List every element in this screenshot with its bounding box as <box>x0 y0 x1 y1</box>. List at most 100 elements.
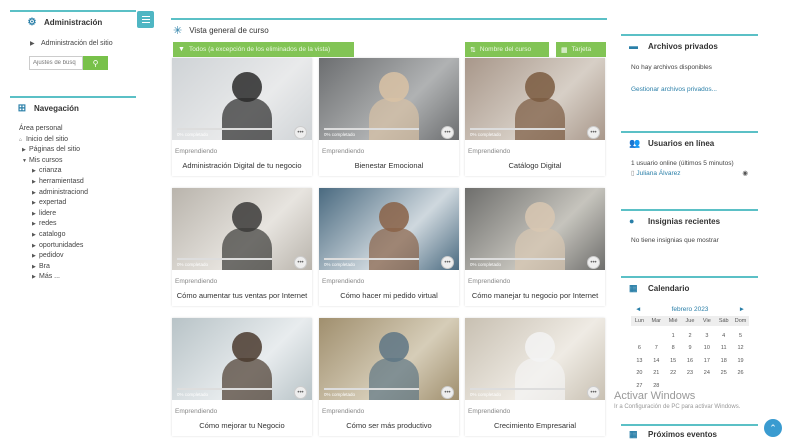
nav-more[interactable]: ▶ Más ... <box>19 272 136 283</box>
course-title[interactable]: Cómo ser más productivo <box>319 421 459 430</box>
calendar-day[interactable]: 26 <box>732 370 749 376</box>
course-title[interactable]: Administración Digital de tu negocio <box>172 161 312 170</box>
navigation-tree: Área personal ⌂ Inicio del sitio ▶ Páginas… <box>10 124 136 283</box>
calendar-day[interactable]: 3 <box>698 333 715 339</box>
nav-course[interactable]: ▶ lidere <box>19 209 136 220</box>
nav-course[interactable]: ▶ pedidov <box>19 251 136 262</box>
asterisk-icon: ✳ <box>173 24 183 37</box>
course-card[interactable]: 0% completado ••• Emprendiendo Cómo manejar… <box>465 188 605 306</box>
gears-icon: ⚙ <box>27 16 37 28</box>
calendar-day[interactable]: 15 <box>665 358 682 364</box>
course-actions-menu[interactable]: ••• <box>441 386 454 399</box>
nav-course[interactable]: ▶ redes <box>19 219 136 230</box>
calendar-day[interactable]: 19 <box>732 358 749 364</box>
course-actions-menu[interactable]: ••• <box>587 256 600 269</box>
caret-right-icon: ▶ <box>30 41 35 47</box>
calendar-day[interactable]: 1 <box>665 333 682 339</box>
calendar-day[interactable]: 4 <box>715 333 732 339</box>
calendar-day[interactable]: 2 <box>682 333 699 339</box>
calendar-day[interactable]: 27 <box>631 383 648 389</box>
sitemap-icon: ⊞ <box>17 102 27 114</box>
course-category: Emprendiendo <box>468 148 511 155</box>
calendar-day[interactable]: 6 <box>631 345 648 351</box>
calendar-day[interactable]: 9 <box>682 345 699 351</box>
calendar-day[interactable]: 11 <box>715 345 732 351</box>
course-title[interactable]: Bienestar Emocional <box>319 161 459 170</box>
nav-home[interactable]: ⌂ Inicio del sitio <box>19 135 136 146</box>
calendar-day[interactable]: 14 <box>648 358 665 364</box>
search-button[interactable]: ⚲ <box>83 56 108 70</box>
nav-course[interactable]: ▶ Bra <box>19 262 136 273</box>
course-card[interactable]: 0% completado ••• Emprendiendo Cómo hacer m… <box>319 188 459 306</box>
sort-icon: ⇅ <box>470 46 476 54</box>
nav-my-courses[interactable]: ▼ Mis cursos <box>19 156 136 167</box>
course-actions-menu[interactable]: ••• <box>294 126 307 139</box>
course-card[interactable]: 0% completado ••• Emprendiendo Crecimiento … <box>465 318 605 436</box>
course-card[interactable]: 0% completado ••• Emprendiendo Cómo ser más… <box>319 318 459 436</box>
sort-dropdown[interactable]: ⇅ Nombre del curso <box>465 42 549 57</box>
course-title[interactable]: Cómo hacer mi pedido virtual <box>319 291 459 300</box>
online-user-link[interactable]: ▯ Juliana Álvarez <box>631 169 680 177</box>
calendar-day[interactable]: 22 <box>665 370 682 376</box>
nav-course[interactable]: ▶ crianza <box>19 166 136 177</box>
nav-course[interactable]: ▶ catalogo <box>19 230 136 241</box>
calendar-day[interactable]: 7 <box>648 345 665 351</box>
calendar-day[interactable]: 16 <box>682 358 699 364</box>
grouping-filter-dropdown[interactable]: ▼ Todos (a excepción de los eliminados de… <box>173 42 354 57</box>
calendar-day[interactable]: 10 <box>698 345 715 351</box>
calendar-day[interactable]: 23 <box>682 370 699 376</box>
calendar-icon: ▦ <box>629 282 638 293</box>
calendar-day[interactable]: 8 <box>665 345 682 351</box>
calendar-weekday: Lun <box>631 316 648 326</box>
calendar-day[interactable]: 17 <box>698 358 715 364</box>
admin-title: Administración <box>44 17 103 27</box>
course-title[interactable]: Crecimiento Empresarial <box>465 421 605 430</box>
course-title[interactable]: Catálogo Digital <box>465 161 605 170</box>
site-admin-link[interactable]: ▶ Administración del sitio <box>30 40 136 47</box>
eye-icon[interactable]: ◉ <box>742 169 748 177</box>
course-card[interactable]: 0% completado ••• Emprendiendo Bienestar Em… <box>319 58 459 176</box>
nav-site-pages[interactable]: ▶ Páginas del sitio <box>19 145 136 156</box>
course-card[interactable]: 0% completado ••• Emprendiendo Cómo aumenta… <box>172 188 312 306</box>
course-actions-menu[interactable]: ••• <box>587 386 600 399</box>
view-dropdown[interactable]: ▦ Tarjeta <box>556 42 606 57</box>
course-actions-menu[interactable]: ••• <box>441 126 454 139</box>
calendar-grid: Lun Mar Mié Jue Vie Sáb Dom 1 2 3 4 5 6 7 8 9 10 11 12 13 14… <box>631 316 749 389</box>
course-progress-bar <box>177 128 272 130</box>
upcoming-events-header: ▦ Próximos eventos <box>629 428 717 439</box>
calendar-day[interactable]: 5 <box>732 333 749 339</box>
nav-personal[interactable]: Área personal <box>19 124 136 135</box>
course-actions-menu[interactable]: ••• <box>587 126 600 139</box>
calendar-day[interactable]: 28 <box>648 383 665 389</box>
calendar-day[interactable]: 18 <box>715 358 732 364</box>
course-title[interactable]: Cómo manejar tu negocio por Internet <box>465 291 605 300</box>
calendar-next-button[interactable]: ► <box>739 306 745 313</box>
calendar-day[interactable]: 24 <box>698 370 715 376</box>
course-progress-bar <box>324 258 419 260</box>
drawer-toggle-button[interactable] <box>137 11 154 28</box>
course-card[interactable]: 0% completado ••• Emprendiendo Administraci… <box>172 58 312 176</box>
nav-course[interactable]: ▶ administraciond <box>19 188 136 199</box>
calendar-day[interactable]: 12 <box>732 345 749 351</box>
course-actions-menu[interactable]: ••• <box>441 256 454 269</box>
manage-files-link[interactable]: Gestionar archivos privados... <box>621 86 758 93</box>
course-actions-menu[interactable]: ••• <box>294 256 307 269</box>
nav-course[interactable]: ▶ oportunidades <box>19 241 136 252</box>
course-actions-menu[interactable]: ••• <box>294 386 307 399</box>
calendar-day[interactable]: 21 <box>648 370 665 376</box>
course-title[interactable]: Cómo aumentar tus ventas por Internet <box>172 291 312 300</box>
filter-icon: ▼ <box>178 46 185 53</box>
nav-course[interactable]: ▶ expertad <box>19 198 136 209</box>
settings-search-input[interactable] <box>29 56 83 70</box>
course-card[interactable]: 0% completado ••• Emprendiendo Cómo mejorar… <box>172 318 312 436</box>
calendar-day[interactable]: 13 <box>631 358 648 364</box>
course-progress-text: 0% completado <box>470 262 502 267</box>
nav-course[interactable]: ▶ herramientasd <box>19 177 136 188</box>
course-progress-bar <box>470 258 565 260</box>
course-title[interactable]: Cómo mejorar tu Negocio <box>172 421 312 430</box>
course-card[interactable]: 0% completado ••• Emprendiendo Catálogo Dig… <box>465 58 605 176</box>
calendar-prev-button[interactable]: ◄ <box>635 306 641 313</box>
calendar-day[interactable]: 25 <box>715 370 732 376</box>
calendar-day[interactable]: 20 <box>631 370 648 376</box>
back-to-top-button[interactable]: ⌃ <box>764 419 782 437</box>
